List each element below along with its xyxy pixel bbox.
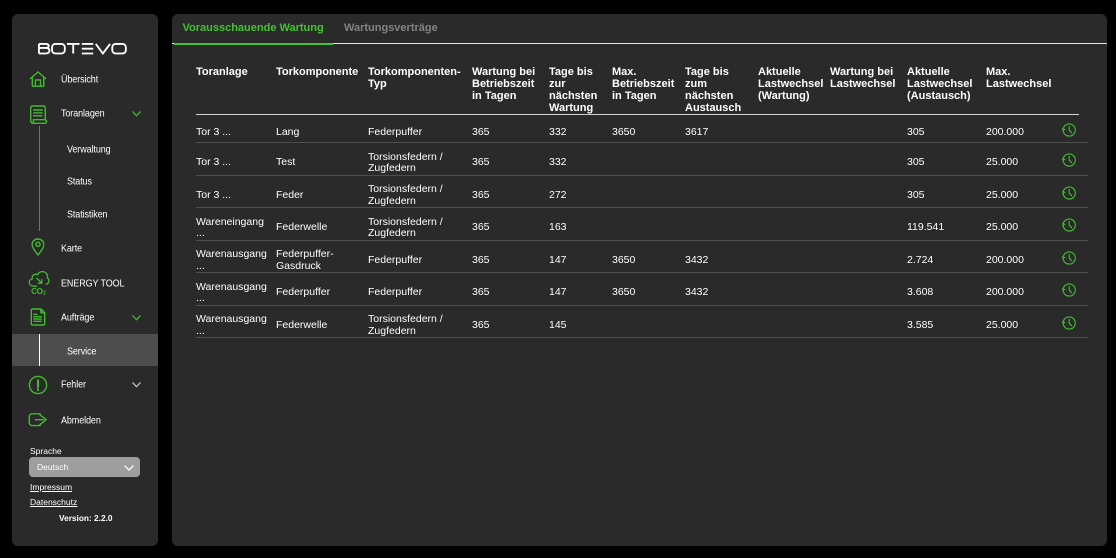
svg-text:2: 2	[43, 290, 46, 295]
svg-text:CO: CO	[31, 287, 44, 295]
